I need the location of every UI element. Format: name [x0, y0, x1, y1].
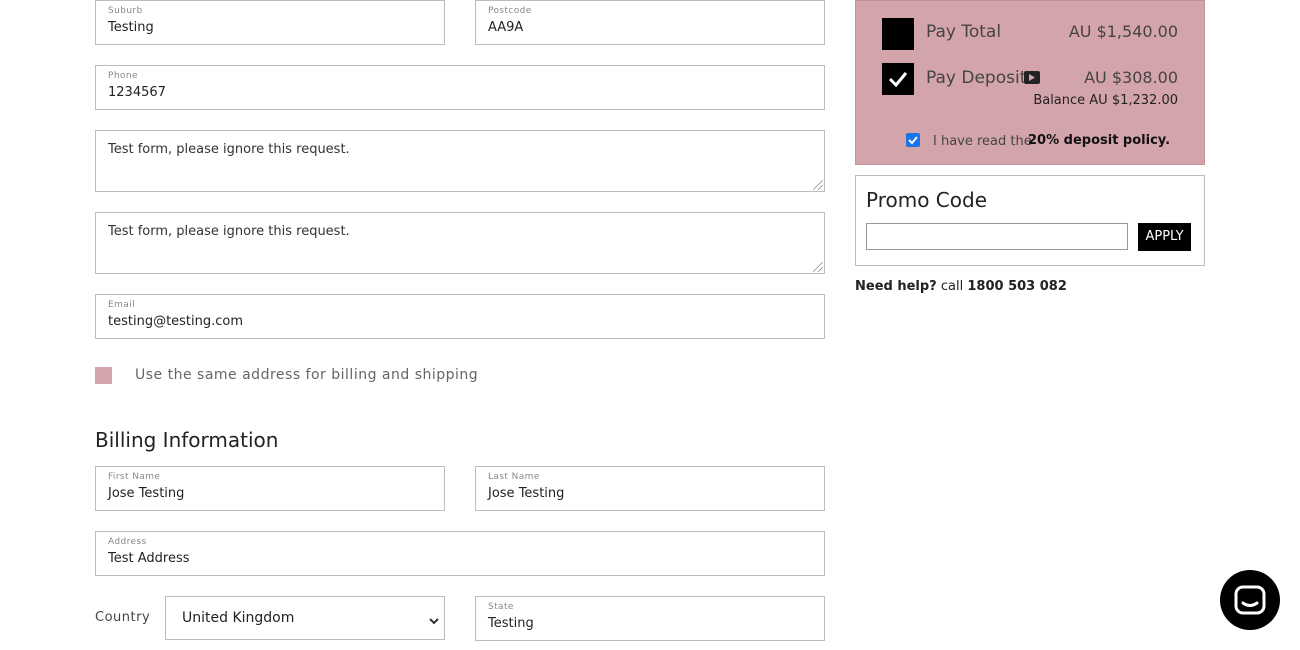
- deposit-policy-checkbox[interactable]: [906, 133, 920, 147]
- notes-text-1: Test form, please ignore this request.: [108, 142, 350, 157]
- phone-value: 1234567: [108, 85, 166, 100]
- postcode-value: AA9A: [488, 20, 524, 35]
- state-value: Testing: [488, 616, 534, 631]
- email-label: Email: [108, 300, 135, 310]
- state-field[interactable]: State Testing: [475, 596, 825, 641]
- first-name-value: Jose Testing: [108, 486, 185, 501]
- suburb-value: Testing: [108, 20, 154, 35]
- last-name-value: Jose Testing: [488, 486, 565, 501]
- first-name-field[interactable]: First Name Jose Testing: [95, 466, 445, 511]
- email-value: testing@testing.com: [108, 314, 244, 329]
- pay-deposit-radio[interactable]: [882, 63, 914, 95]
- help-phone[interactable]: 1800 503 082: [967, 279, 1067, 294]
- email-field[interactable]: Email testing@testing.com: [95, 294, 825, 339]
- billing-heading: Billing Information: [95, 428, 279, 452]
- help-prefix: Need help?: [855, 279, 937, 294]
- state-label: State: [488, 602, 514, 612]
- notes-textarea-1[interactable]: Test form, please ignore this request.: [95, 130, 825, 192]
- chat-icon: [1234, 585, 1266, 615]
- pay-total-amount: AU $1,540.00: [1068, 22, 1178, 41]
- pay-total-radio[interactable]: [882, 18, 914, 50]
- help-text: Need help? call 1800 503 082: [855, 279, 1067, 294]
- same-address-checkbox[interactable]: [95, 367, 112, 384]
- last-name-label: Last Name: [488, 472, 540, 482]
- same-address-label: Use the same address for billing and shi…: [135, 367, 479, 383]
- check-icon: [888, 72, 908, 88]
- promo-box: Promo Code APPLY: [855, 175, 1205, 266]
- apply-button[interactable]: APPLY: [1138, 223, 1191, 251]
- suburb-field[interactable]: Suburb Testing: [95, 0, 445, 45]
- resize-grip-icon[interactable]: [813, 262, 823, 272]
- chat-button[interactable]: [1220, 570, 1280, 630]
- address-field[interactable]: Address Test Address: [95, 531, 825, 576]
- promo-heading: Promo Code: [866, 188, 988, 212]
- play-icon[interactable]: [1024, 71, 1040, 84]
- pay-deposit-label: Pay Deposit: [926, 68, 1027, 88]
- pay-total-label: Pay Total: [926, 22, 1002, 42]
- phone-label: Phone: [108, 71, 138, 81]
- help-middle: call: [940, 279, 964, 294]
- policy-prefix: I have read the: [933, 134, 1032, 149]
- postcode-field[interactable]: Postcode AA9A: [475, 0, 825, 45]
- payment-panel: Pay Total AU $1,540.00 Pay Deposit AU $3…: [855, 0, 1205, 165]
- address-value: Test Address: [108, 551, 190, 566]
- country-select[interactable]: United Kingdom: [165, 596, 445, 640]
- pay-deposit-amount: AU $308.00: [1084, 68, 1178, 87]
- notes-textarea-2[interactable]: Test form, please ignore this request.: [95, 212, 825, 274]
- postcode-label: Postcode: [488, 6, 532, 16]
- balance-text: Balance AU $1,232.00: [1033, 93, 1178, 108]
- promo-input[interactable]: [866, 223, 1128, 250]
- notes-text-2: Test form, please ignore this request.: [108, 224, 350, 239]
- chevron-down-icon: [428, 612, 440, 631]
- phone-field[interactable]: Phone 1234567: [95, 65, 825, 110]
- deposit-policy-link[interactable]: 20% deposit policy.: [1028, 133, 1170, 148]
- resize-grip-icon[interactable]: [813, 180, 823, 190]
- last-name-field[interactable]: Last Name Jose Testing: [475, 466, 825, 511]
- country-value: United Kingdom: [182, 610, 295, 626]
- address-label: Address: [108, 537, 147, 547]
- country-label: Country: [95, 610, 151, 625]
- suburb-label: Suburb: [108, 6, 143, 16]
- first-name-label: First Name: [108, 472, 161, 482]
